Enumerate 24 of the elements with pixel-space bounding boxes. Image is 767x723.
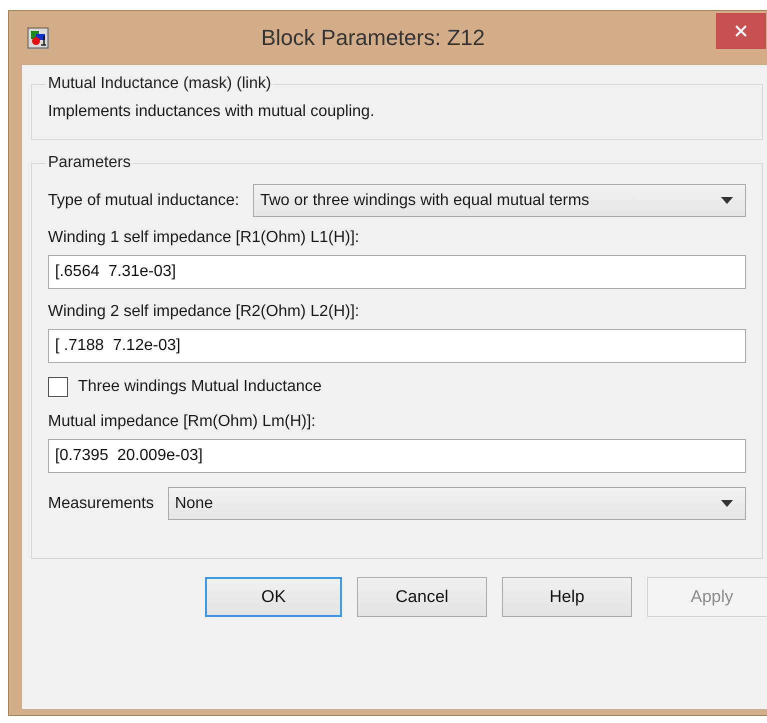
window-title: Block Parameters: Z12	[260, 25, 486, 51]
field-label: Measurements	[48, 494, 154, 512]
field-label: Mutual impedance [Rm(Ohm) Lm(H)]:	[48, 413, 317, 431]
mask-description: Implements inductances with mutual coupling.	[48, 102, 376, 122]
dialog-button[interactable]: OK	[205, 577, 342, 617]
dropdown[interactable]: Two or three windings with equal mutual terms	[253, 184, 746, 217]
checkbox-label: Three windings Mutual Inductance	[78, 378, 322, 396]
dropdown[interactable]: None	[168, 487, 746, 520]
app-icon	[27, 27, 49, 49]
caret-icon	[721, 197, 733, 204]
input-field[interactable]: [0.7395 20.009e-03]	[48, 439, 746, 473]
field-label: Winding 1 self impedance [R1(Ohm) L1(H)]:	[48, 229, 360, 247]
group-legend: Mutual Inductance (mask) (link)	[46, 75, 274, 93]
group-legend: Parameters	[46, 154, 133, 172]
dialog-button[interactable]: Help	[502, 577, 632, 617]
field-label: Type of mutual inductance:	[48, 192, 240, 210]
input-field[interactable]: [ .7188 7.12e-03]	[48, 329, 746, 363]
dialog-button[interactable]: Cancel	[357, 577, 487, 617]
input-field[interactable]: [.6564 7.31e-03]	[48, 255, 746, 289]
field-label: Winding 2 self impedance [R2(Ohm) L2(H)]:	[48, 303, 360, 321]
checkbox[interactable]	[48, 377, 68, 397]
caret-icon	[721, 500, 733, 507]
close-icon	[735, 25, 747, 37]
close-button[interactable]	[716, 13, 766, 49]
